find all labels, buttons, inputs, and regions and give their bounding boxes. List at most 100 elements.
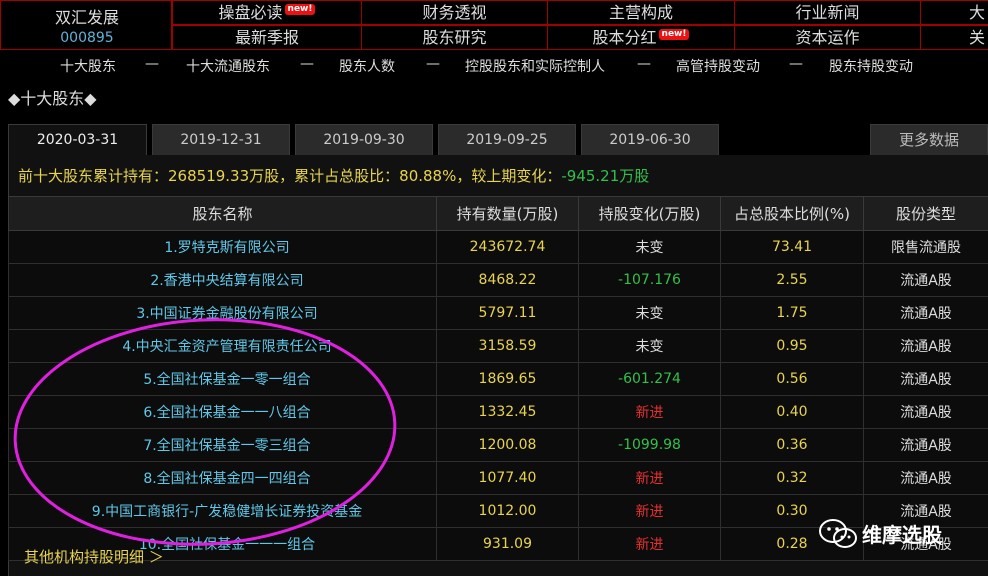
amount-cell: 1332.45 bbox=[436, 395, 579, 429]
percent-cell: 0.36 bbox=[720, 428, 864, 462]
subnav-separator: — bbox=[426, 56, 440, 72]
more-data-button[interactable]: 更多数据 bbox=[870, 124, 988, 156]
holder-name-cell[interactable]: 7.全国社保基金一零三组合 bbox=[8, 428, 437, 462]
amount-cell: 5797.11 bbox=[436, 296, 579, 330]
share-type-cell: 流通A股 bbox=[863, 263, 988, 297]
summary-change-label: ，较上期变化： bbox=[456, 167, 562, 185]
subnav-holder-count[interactable]: 股东人数 bbox=[339, 56, 395, 76]
nav-label: 股本分红 bbox=[592, 28, 657, 47]
change-cell: -1099.98 bbox=[578, 428, 721, 462]
amount-cell: 931.09 bbox=[436, 527, 579, 561]
subnav-executive-holdings[interactable]: 高管持股变动 bbox=[676, 56, 760, 76]
tab-2019-09-25[interactable]: 2019-09-25 bbox=[438, 124, 576, 156]
change-cell: 新进 bbox=[578, 461, 721, 495]
table-row: 4.中央汇金资产管理有限责任公司 3158.59 未变 0.95 流通A股 bbox=[8, 329, 988, 363]
nav-gudong-yanjiu[interactable]: 股东研究 bbox=[361, 25, 548, 50]
table-row: 1.罗特克斯有限公司 243672.74 未变 73.41 限售流通股 bbox=[8, 230, 988, 264]
subnav-top10-holders[interactable]: 十大股东 bbox=[60, 56, 116, 76]
tab-2019-09-30[interactable]: 2019-09-30 bbox=[295, 124, 433, 156]
amount-cell: 1200.08 bbox=[436, 428, 579, 462]
nav-zhuying-goucheng[interactable]: 主营构成 bbox=[547, 0, 735, 25]
summary-change: -945.21万股 bbox=[561, 167, 650, 185]
holder-name-cell[interactable]: 2.香港中央结算有限公司 bbox=[8, 263, 437, 297]
table-row: 5.全国社保基金一零一组合 1869.65 -601.274 0.56 流通A股 bbox=[8, 362, 988, 396]
nav-label: 操盘必读 bbox=[218, 3, 283, 22]
amount-cell: 8468.22 bbox=[436, 263, 579, 297]
top-nav: 双汇发展 000895 操盘必读 new! 财务透视 主营构成 行业新闻 大 最新… bbox=[0, 0, 988, 50]
header-share-type[interactable]: 股份类型 bbox=[863, 196, 988, 231]
percent-cell: 0.95 bbox=[720, 329, 864, 363]
amount-cell: 1869.65 bbox=[436, 362, 579, 396]
holder-name-cell[interactable]: 5.全国社保基金一零一组合 bbox=[8, 362, 437, 396]
header-holder-name[interactable]: 股东名称 bbox=[8, 196, 437, 231]
subnav-holding-changes[interactable]: 股东持股变动 bbox=[829, 56, 913, 76]
subnav-separator: — bbox=[145, 56, 159, 72]
change-cell: 未变 bbox=[578, 230, 721, 264]
watermark-text: 维摩选股 bbox=[862, 523, 942, 547]
percent-cell: 73.41 bbox=[720, 230, 864, 264]
watermark: 维摩选股 bbox=[818, 515, 968, 551]
subnav-controlling-holder[interactable]: 控股股东和实际控制人 bbox=[465, 56, 605, 76]
nav-more-row1[interactable]: 大 bbox=[920, 0, 988, 25]
tab-2020-03-31[interactable]: 2020-03-31 bbox=[8, 124, 147, 156]
holder-name-cell[interactable]: 1.罗特克斯有限公司 bbox=[8, 230, 437, 264]
tab-2019-06-30[interactable]: 2019-06-30 bbox=[581, 124, 719, 156]
summary-total: 268519.33万股 bbox=[168, 167, 280, 185]
stock-info: 双汇发展 000895 bbox=[0, 0, 172, 50]
holder-name-cell[interactable]: 4.中央汇金资产管理有限责任公司 bbox=[8, 329, 437, 363]
nav-ziben-yunzuo[interactable]: 资本运作 bbox=[734, 25, 921, 50]
change-cell: -601.274 bbox=[578, 362, 721, 396]
percent-cell: 0.40 bbox=[720, 395, 864, 429]
holders-table: 股东名称 持有数量(万股) 持股变化(万股) 占总股本比例(%) 股份类型 1.… bbox=[8, 196, 988, 561]
share-type-cell: 流通A股 bbox=[863, 395, 988, 429]
sub-nav: 十大股东 — 十大流通股东 — 股东人数 — 控股股东和实际控制人 — 高管持股… bbox=[0, 56, 988, 76]
section-title: ◆十大股东◆ bbox=[8, 89, 97, 108]
holder-name-cell[interactable]: 3.中国证券金融股份有限公司 bbox=[8, 296, 437, 330]
stock-code: 000895 bbox=[60, 30, 114, 46]
subnav-top10-float-holders[interactable]: 十大流通股东 bbox=[186, 56, 270, 76]
change-cell: 未变 bbox=[578, 296, 721, 330]
new-badge: new! bbox=[284, 4, 316, 15]
table-row: 8.全国社保基金四一四组合 1077.40 新进 0.32 流通A股 bbox=[8, 461, 988, 495]
share-type-cell: 流通A股 bbox=[863, 296, 988, 330]
percent-cell: 2.55 bbox=[720, 263, 864, 297]
change-cell: 未变 bbox=[578, 329, 721, 363]
header-percent[interactable]: 占总股本比例(%) bbox=[720, 196, 864, 231]
holder-name-cell[interactable]: 6.全国社保基金一一八组合 bbox=[8, 395, 437, 429]
share-type-cell: 流通A股 bbox=[863, 461, 988, 495]
summary-ratio-label: ，累计占总股比： bbox=[279, 167, 400, 185]
percent-cell: 1.75 bbox=[720, 296, 864, 330]
nav-zuixin-jibao[interactable]: 最新季报 bbox=[172, 25, 362, 50]
percent-cell: 0.32 bbox=[720, 461, 864, 495]
new-badge: new! bbox=[658, 29, 690, 40]
nav-caopan-bidu[interactable]: 操盘必读 new! bbox=[172, 0, 362, 25]
share-type-cell: 流通A股 bbox=[863, 329, 988, 363]
nav-more-row2[interactable]: 关 bbox=[920, 25, 988, 50]
header-change[interactable]: 持股变化(万股) bbox=[578, 196, 721, 231]
amount-cell: 3158.59 bbox=[436, 329, 579, 363]
amount-cell: 243672.74 bbox=[436, 230, 579, 264]
amount-cell: 1012.00 bbox=[436, 494, 579, 528]
change-cell: -107.176 bbox=[578, 263, 721, 297]
subnav-separator: — bbox=[300, 56, 314, 72]
change-cell: 新进 bbox=[578, 494, 721, 528]
share-type-cell: 限售流通股 bbox=[863, 230, 988, 264]
summary-line: 前十大股东累计持有：268519.33万股，累计占总股比：80.88%，较上期变… bbox=[18, 165, 649, 186]
amount-cell: 1077.40 bbox=[436, 461, 579, 495]
share-type-cell: 流通A股 bbox=[863, 362, 988, 396]
share-type-cell: 流通A股 bbox=[863, 428, 988, 462]
nav-caiwu-toushi[interactable]: 财务透视 bbox=[361, 0, 548, 25]
table-header-row: 股东名称 持有数量(万股) 持股变化(万股) 占总股本比例(%) 股份类型 bbox=[8, 196, 988, 231]
tab-2019-12-31[interactable]: 2019-12-31 bbox=[152, 124, 290, 156]
table-row: 6.全国社保基金一一八组合 1332.45 新进 0.40 流通A股 bbox=[8, 395, 988, 429]
table-row: 3.中国证券金融股份有限公司 5797.11 未变 1.75 流通A股 bbox=[8, 296, 988, 330]
wechat-icon bbox=[819, 519, 857, 548]
nav-guben-fenhong[interactable]: 股本分红 new! bbox=[547, 25, 735, 50]
holder-name-cell[interactable]: 9.中国工商银行-广发稳健增长证券投资基金 bbox=[8, 494, 437, 528]
holder-name-cell[interactable]: 8.全国社保基金四一四组合 bbox=[8, 461, 437, 495]
subnav-separator: — bbox=[789, 56, 803, 72]
header-amount[interactable]: 持有数量(万股) bbox=[436, 196, 579, 231]
percent-cell: 0.56 bbox=[720, 362, 864, 396]
nav-hangye-xinwen[interactable]: 行业新闻 bbox=[734, 0, 921, 25]
other-institutions-link[interactable]: 其他机构持股明细 ＞ bbox=[24, 546, 164, 567]
